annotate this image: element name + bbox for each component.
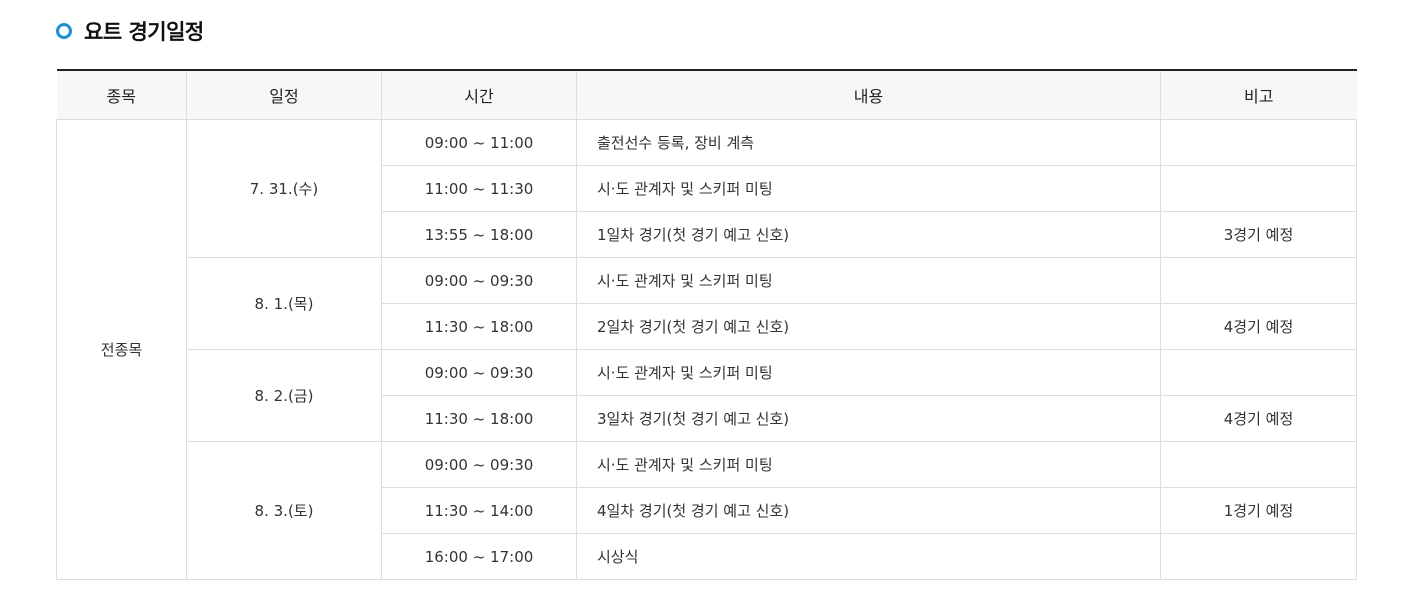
time-cell: 16:00 ~ 17:00 [381,533,577,580]
note-cell [1160,165,1357,212]
page-title: 요트 경기일정 [84,20,204,44]
content-cell: 시상식 [576,533,1161,580]
note-cell [1160,119,1357,166]
time-cell: 13:55 ~ 18:00 [381,211,577,258]
note-cell: 3경기 예정 [1160,211,1357,258]
header-content: 내용 [576,69,1161,120]
table-row: 8. 2.(금) 09:00 ~ 09:30 시·도 관계자 및 스키퍼 미팅 [57,349,1357,442]
section-header: 요트 경기일정 [56,14,204,48]
time-cell: 11:30 ~ 18:00 [381,303,577,350]
content-cell: 시·도 관계자 및 스키퍼 미팅 [576,441,1161,488]
header-date: 일정 [186,69,382,120]
date-cell: 8. 1.(목) [186,257,382,350]
schedule-body: 전종목 7. 31.(수) 09:00 ~ 11:00 출전선수 등록, 장비 계측 1… [56,119,1357,580]
note-cell [1160,441,1357,488]
circle-bullet-icon [56,23,72,39]
time-cell: 09:00 ~ 11:00 [381,119,577,166]
note-cell [1160,349,1357,396]
content-cell: 시·도 관계자 및 스키퍼 미팅 [576,349,1161,396]
content-cell: 출전선수 등록, 장비 계측 [576,119,1161,166]
time-cell: 11:00 ~ 11:30 [381,165,577,212]
table-row: 8. 3.(토) 09:00 ~ 09:30 시·도 관계자 및 스키퍼 미팅 [57,441,1357,580]
header-time: 시간 [381,69,577,120]
content-cell: 4일차 경기(첫 경기 예고 신호) [576,487,1161,534]
content-cell: 시·도 관계자 및 스키퍼 미팅 [576,165,1161,212]
note-cell [1160,533,1357,580]
time-cell: 09:00 ~ 09:30 [381,441,577,488]
content-cell: 3일차 경기(첫 경기 예고 신호) [576,395,1161,442]
header-event: 종목 [56,69,187,120]
schedule-table: 종목 일정 시간 내용 비고 전종목 7. 31.(수) 09:00 ~ 11:00… [56,69,1357,580]
header-note: 비고 [1160,69,1357,120]
note-cell: 4경기 예정 [1160,303,1357,350]
note-cell: 1경기 예정 [1160,487,1357,534]
date-cell: 7. 31.(수) [186,119,382,258]
event-cell: 전종목 [56,119,187,580]
content-cell: 2일차 경기(첫 경기 예고 신호) [576,303,1161,350]
time-cell: 11:30 ~ 14:00 [381,487,577,534]
note-cell: 4경기 예정 [1160,395,1357,442]
time-cell: 09:00 ~ 09:30 [381,257,577,304]
note-cell [1160,257,1357,304]
table-row: 8. 1.(목) 09:00 ~ 09:30 시·도 관계자 및 스키퍼 미팅 [57,257,1357,350]
table-header-row: 종목 일정 시간 내용 비고 [56,69,1357,120]
time-cell: 09:00 ~ 09:30 [381,349,577,396]
time-cell: 11:30 ~ 18:00 [381,395,577,442]
date-cell: 8. 3.(토) [186,441,382,580]
content-cell: 시·도 관계자 및 스키퍼 미팅 [576,257,1161,304]
content-cell: 1일차 경기(첫 경기 예고 신호) [576,211,1161,258]
table-row: 전종목 7. 31.(수) 09:00 ~ 11:00 출전선수 등록, 장비 계측 [56,119,1357,580]
date-cell: 8. 2.(금) [186,349,382,442]
